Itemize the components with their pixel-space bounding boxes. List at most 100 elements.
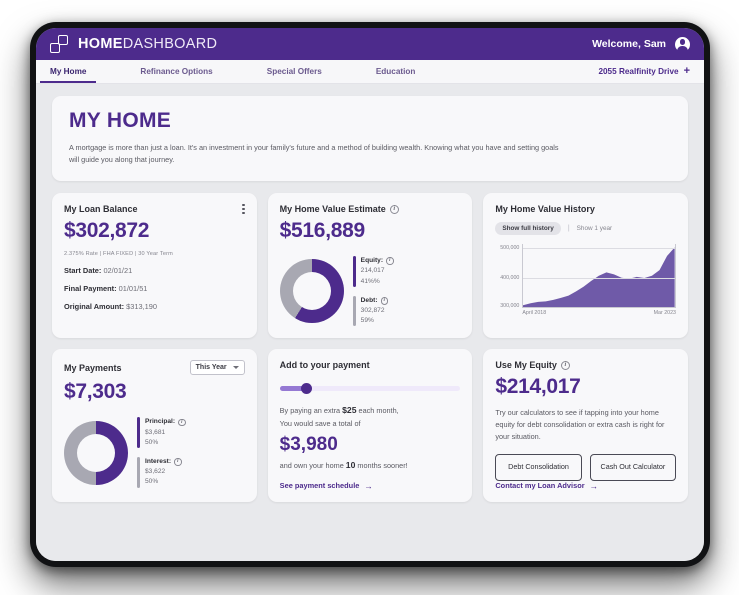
gridline-top — [523, 248, 676, 250]
legend-item-debt: Debt: i 302,872 59% — [352, 295, 394, 327]
loan-balance-header: My Loan Balance — [64, 204, 245, 215]
welcome-label: Welcome, Sam — [592, 38, 666, 50]
principal-interest-donut-wrap: Principal: i $3,681 50% Interest: i $3,622 — [64, 417, 245, 488]
legend-item-principal: Principal: i $3,681 50% — [137, 417, 186, 449]
legend-value-debt: 302,872 — [360, 306, 385, 314]
loan-balance-title: My Loan Balance — [64, 204, 138, 215]
extra-payment-slider[interactable] — [279, 383, 461, 395]
info-icon[interactable]: i — [380, 297, 389, 305]
info-icon[interactable]: i — [174, 458, 182, 466]
brand-light: DASHBOARD — [122, 36, 218, 52]
extra-amount: $25 — [342, 405, 357, 416]
arrow-right-icon: → — [364, 480, 373, 491]
y-tick-400000: 400,000 — [500, 275, 520, 282]
see-payment-schedule-link[interactable]: See payment schedule → — [280, 481, 461, 490]
kebab-menu-icon[interactable] — [242, 204, 245, 215]
equity-debt-donut-chart — [279, 259, 344, 324]
legend-label-interest: Interest: i — [145, 457, 182, 467]
legend-color-debt — [352, 295, 356, 327]
legend-value-interest: $3,622 — [145, 468, 166, 476]
info-icon[interactable]: i — [386, 257, 394, 265]
contact-loan-advisor-label: Contact my Loan Advisor — [495, 481, 585, 491]
tab-my-home[interactable]: My Home — [39, 60, 97, 83]
equity-description: Try our calculators to see if tapping in… — [495, 408, 665, 442]
extra-payment-description: By paying an extra $25 each month, You wo… — [279, 405, 399, 428]
hero-card: MY HOME A mortgage is more than just a l… — [52, 96, 688, 182]
brand-title: HOMEDASHBOARD — [78, 36, 217, 52]
equity-calculator-buttons: Debt Consolidation Cash Out Calculator — [495, 454, 677, 482]
legend-pct-debt: 59% — [360, 317, 374, 325]
legend-value-principal: $3,681 — [145, 428, 166, 436]
cash-out-calculator-button[interactable]: Cash Out Calculator — [589, 454, 677, 482]
show-full-history-button[interactable]: Show full history — [495, 222, 561, 236]
debt-consolidation-button[interactable]: Debt Consolidation — [495, 454, 582, 482]
tab-refinance-options[interactable]: Refinance Options — [140, 60, 212, 83]
legend-pct-interest: 50% — [145, 478, 159, 486]
y-tick-500000: 500,000 — [500, 245, 520, 252]
show-one-year-button[interactable]: Show 1 year — [577, 225, 613, 232]
app-header: HOMEDASHBOARD Welcome, Sam — [36, 28, 704, 60]
hero-description: A mortgage is more than just a loan. It'… — [69, 143, 559, 165]
gridline-mid — [523, 278, 676, 280]
toggle-separator: | — [567, 225, 570, 233]
info-icon[interactable]: i — [560, 360, 570, 370]
legend-item-interest: Interest: i $3,622 50% — [137, 457, 186, 488]
legend-color-interest — [137, 457, 140, 488]
loan-final-payment-value: 01/01/51 — [118, 284, 148, 294]
home-value-header: My Home Value Estimate i — [280, 204, 461, 214]
equity-debt-donut-wrap: Equity: i 214,017 41%% Debt: i 302,872 5… — [279, 256, 461, 327]
page-content: MY HOME A mortgage is more than just a l… — [36, 84, 704, 561]
screen: HOMEDASHBOARD Welcome, Sam My Home Refin… — [36, 28, 704, 561]
payments-amount: $7,303 — [64, 380, 127, 404]
page-title: MY HOME — [69, 109, 172, 132]
x-tick-end: Mar 2023 — [653, 310, 677, 317]
device-frame: HOMEDASHBOARD Welcome, Sam My Home Refin… — [30, 22, 710, 567]
tab-special-offers[interactable]: Special Offers — [267, 60, 322, 83]
history-title: My Home Value History — [495, 204, 595, 215]
tab-education[interactable]: Education — [376, 60, 416, 83]
legend-pct-equity: 41%% — [360, 277, 380, 285]
loan-terms: 2.375% Rate | FHA FIXED | 30 Year Term — [64, 251, 173, 258]
history-chart: 500,000 400,000 300,000 April 2018 Mar 2… — [495, 244, 677, 322]
info-icon[interactable]: i — [389, 204, 399, 214]
contact-loan-advisor-link[interactable]: Contact my Loan Advisor → — [495, 481, 676, 490]
equity-header: Use My Equity i — [495, 360, 676, 370]
payments-title: My Payments — [64, 362, 122, 373]
x-tick-start: April 2018 — [522, 310, 547, 317]
legend-color-principal — [137, 417, 140, 449]
info-icon[interactable]: i — [178, 418, 186, 427]
chart-plot-area — [522, 244, 677, 309]
user-avatar-icon[interactable] — [675, 36, 690, 52]
total-savings-amount: $3,980 — [279, 434, 338, 456]
property-address-selector[interactable]: 2055 Realfinity Drive + — [598, 60, 690, 83]
brand-bold: HOME — [78, 36, 123, 52]
legend-label-debt: Debt: i — [361, 296, 389, 306]
legend-label-principal: Principal: i — [145, 417, 186, 427]
legend-label-equity: Equity: i — [361, 256, 394, 266]
equity-amount: $214,017 — [495, 375, 581, 399]
principal-interest-donut-chart — [64, 420, 128, 485]
chart-x-axis: April 2018 Mar 2023 — [522, 310, 676, 316]
equity-title: Use My Equity — [495, 360, 557, 371]
use-my-equity-card: Use My Equity i $214,017 Try our calcula… — [483, 349, 689, 503]
add-property-icon[interactable]: + — [684, 66, 690, 77]
home-value-amount: $516,889 — [279, 219, 366, 243]
loan-start-date-value: 02/01/21 — [103, 266, 133, 276]
arrow-right-icon: → — [589, 480, 599, 491]
history-range-toggle: Show full history | Show 1 year — [495, 222, 676, 236]
see-payment-schedule-label: See payment schedule — [279, 481, 360, 491]
my-payments-card: My Payments This Year $7,303 Principal: … — [52, 349, 257, 503]
payments-period-select[interactable]: This Year — [189, 360, 245, 376]
home-value-card: My Home Value Estimate i $516,889 Equity… — [267, 193, 473, 339]
slider-thumb[interactable] — [301, 383, 313, 395]
legend-pct-principal: 50% — [145, 438, 159, 446]
loan-start-date: Start Date: 02/01/21 — [64, 266, 245, 275]
months-sooner-text: and own your home 10 months sooner! — [279, 460, 408, 471]
add-to-payment-card: Add to your payment By paying an extra $… — [267, 349, 473, 503]
loan-final-payment: Final Payment: 01/01/51 — [64, 284, 245, 293]
legend-value-equity: 214,017 — [360, 267, 385, 275]
cards-row-1: My Loan Balance $302,872 2.375% Rate | F… — [52, 193, 689, 339]
two-squares-logo-icon — [50, 34, 70, 54]
legend-color-equity — [352, 256, 356, 287]
legend-item-equity: Equity: i 214,017 41%% — [352, 256, 394, 287]
